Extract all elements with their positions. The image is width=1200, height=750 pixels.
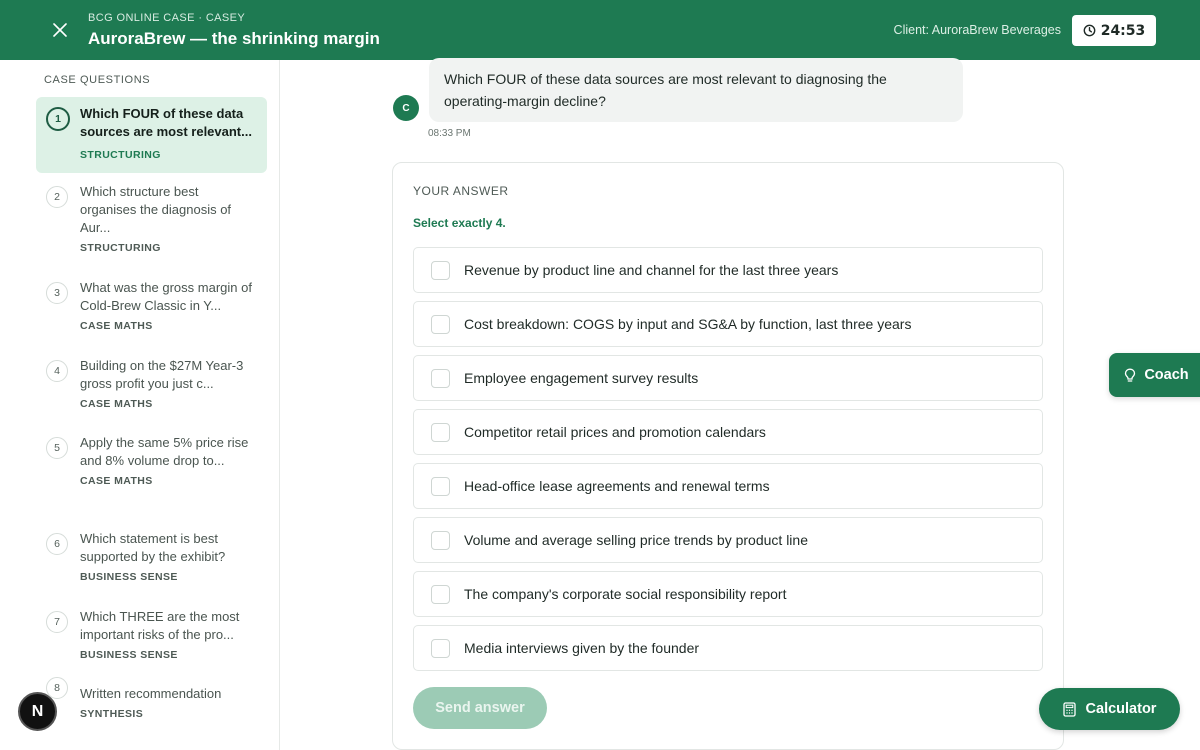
question-item-8[interactable]: 8 Written recommendation SYNTHESIS [36,677,267,728]
question-number: 7 [46,611,68,633]
lightbulb-icon [1125,368,1136,382]
checkbox[interactable] [431,422,450,442]
casey-avatar: C [393,95,419,121]
checkbox[interactable] [431,314,450,334]
calculator-label: Calculator [1085,701,1157,717]
question-item-5[interactable]: 5 Apply the same 5% price rise and 8% vo… [36,426,267,495]
question-number: 5 [46,437,68,459]
timer: 24:53 [1072,15,1156,46]
top-header: BCG ONLINE CASE · CASEY AuroraBrew — the… [0,0,1200,60]
n-badge-button[interactable]: N [18,692,57,731]
question-text: Written recommendation [80,686,222,701]
answer-label: YOUR ANSWER [413,184,509,198]
question-number: 4 [46,360,68,382]
case-questions-sidebar: CASE QUESTIONS 1 Which FOUR of these dat… [0,60,280,750]
question-item-4[interactable]: 4 Building on the $27M Year-3 gross prof… [36,349,267,418]
question-text: Which FOUR of these data sources are mos… [80,106,252,139]
close-icon [53,23,67,37]
question-text: Apply the same 5% price rise and 8% volu… [80,435,249,468]
option-label: Volume and average selling price trends … [464,532,808,548]
question-item-1[interactable]: 1 Which FOUR of these data sources are m… [36,97,267,173]
option-label: Competitor retail prices and promotion c… [464,424,766,440]
question-item-7[interactable]: 7 Which THREE are the most important ris… [36,600,267,669]
answer-option[interactable]: Cost breakdown: COGS by input and SG&A b… [413,301,1043,347]
answer-option[interactable]: Head-office lease agreements and renewal… [413,463,1043,509]
question-item-6[interactable]: 6 Which statement is best supported by t… [36,522,267,591]
answer-card: YOUR ANSWER Select exactly 4. Revenue by… [392,162,1064,750]
answer-option[interactable]: Competitor retail prices and promotion c… [413,409,1043,455]
timer-value: 24:53 [1100,22,1146,39]
question-tag: BUSINESS SENSE [80,649,178,661]
checkbox[interactable] [431,368,450,388]
clock-icon [1083,24,1096,37]
question-text: Which statement is best supported by the… [80,531,226,564]
answer-option[interactable]: Employee engagement survey results [413,355,1043,401]
coach-button[interactable]: Coach [1109,353,1200,397]
question-tag: BUSINESS SENSE [80,571,178,583]
option-label: The company's corporate social responsib… [464,586,787,602]
question-tag: CASE MATHS [80,320,153,332]
option-label: Head-office lease agreements and renewal… [464,478,770,494]
client-label: Client: AuroraBrew Beverages [893,23,1061,37]
option-label: Revenue by product line and channel for … [464,262,839,278]
case-eyebrow: BCG ONLINE CASE · CASEY [88,12,246,24]
checkbox[interactable] [431,260,450,280]
question-text: Building on the $27M Year-3 gross profit… [80,358,244,391]
question-text: What was the gross margin of Cold-Brew C… [80,280,252,313]
answer-option[interactable]: Volume and average selling price trends … [413,517,1043,563]
coach-label: Coach [1144,367,1189,383]
question-tag: CASE MATHS [80,475,153,487]
option-label: Employee engagement survey results [464,370,699,386]
question-tag: CASE MATHS [80,398,153,410]
option-label: Cost breakdown: COGS by input and SG&A b… [464,316,912,332]
question-tag: STRUCTURING [80,149,161,161]
question-number: 1 [46,107,70,131]
message-bubble: Which FOUR of these data sources are mos… [429,58,963,122]
question-number: 6 [46,533,68,555]
checkbox[interactable] [431,584,450,604]
calculator-button[interactable]: Calculator [1039,688,1180,730]
checkbox[interactable] [431,530,450,550]
send-answer-button[interactable]: Send answer [413,687,547,729]
question-item-3[interactable]: 3 What was the gross margin of Cold-Brew… [36,271,267,340]
checkbox[interactable] [431,476,450,496]
sidebar-title: CASE QUESTIONS [44,74,151,86]
question-number: 3 [46,282,68,304]
answer-hint: Select exactly 4. [413,216,506,230]
answer-option[interactable]: The company's corporate social responsib… [413,571,1043,617]
answer-option[interactable]: Media interviews given by the founder [413,625,1043,671]
message-timestamp: 08:33 PM [428,128,471,139]
option-label: Media interviews given by the founder [464,640,700,656]
question-text: Which structure best organises the diagn… [80,184,232,235]
question-item-2[interactable]: 2 Which structure best organises the dia… [36,175,267,262]
case-title: AuroraBrew — the shrinking margin [88,29,380,48]
question-text: Which THREE are the most important risks… [80,609,240,642]
close-button[interactable] [48,18,72,42]
calculator-icon [1062,701,1076,717]
question-tag: STRUCTURING [80,242,161,254]
checkbox[interactable] [431,638,450,658]
question-tag: SYNTHESIS [80,708,144,720]
answer-option[interactable]: Revenue by product line and channel for … [413,247,1043,293]
question-number: 2 [46,186,68,208]
